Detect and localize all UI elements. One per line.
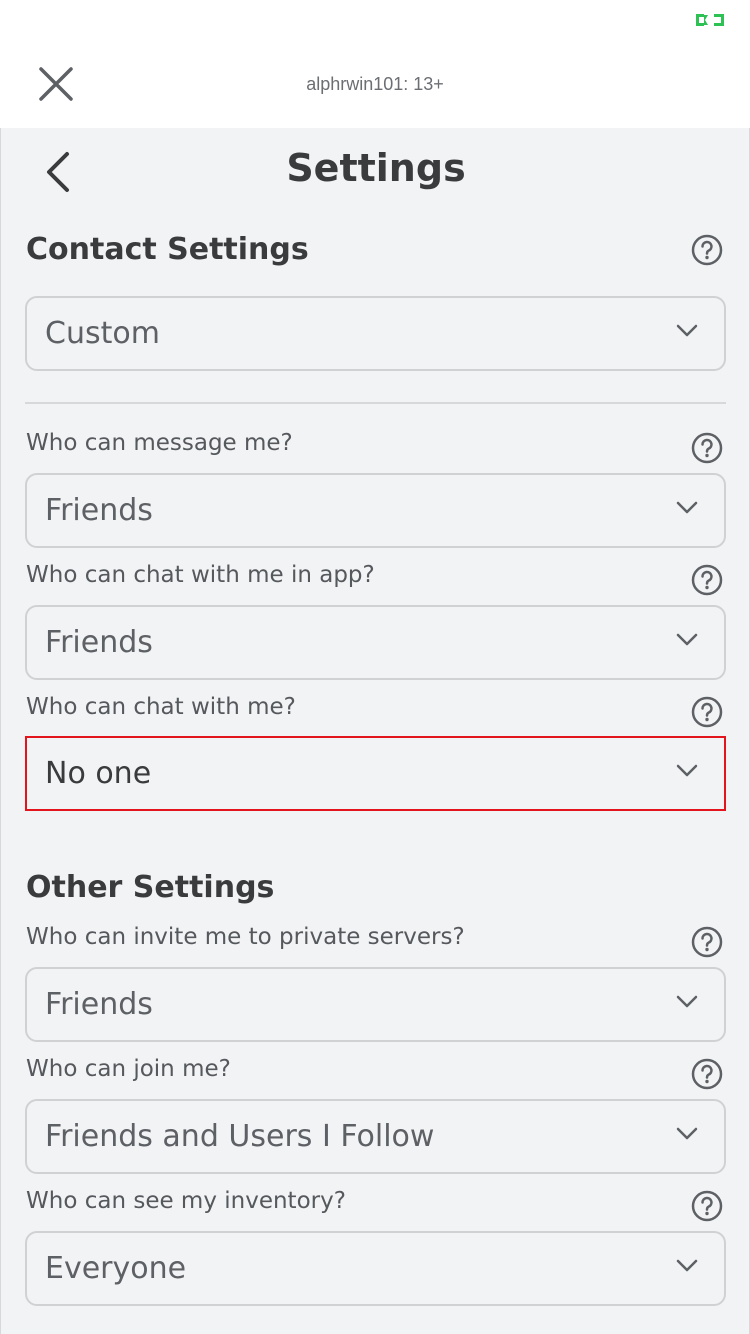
app-chat-permission-dropdown[interactable]: Friends — [25, 605, 726, 680]
chevron-down-icon — [676, 764, 698, 777]
question-circle-icon[interactable] — [691, 1190, 723, 1222]
top-bar: alphrwin101: 13+ — [0, 0, 750, 128]
question-circle-icon[interactable] — [691, 926, 723, 958]
join-permission-label: Who can join me? — [26, 1056, 231, 1082]
dropdown-value: Custom — [45, 316, 160, 351]
join-permission-dropdown[interactable]: Friends and Users I Follow — [25, 1099, 726, 1174]
contact-preset-dropdown[interactable]: Custom — [25, 296, 726, 371]
question-circle-icon[interactable] — [691, 432, 723, 464]
dropdown-value: Friends and Users I Follow — [45, 1119, 435, 1154]
page-title: Settings — [286, 146, 466, 190]
dropdown-value: Everyone — [45, 1251, 187, 1286]
chat-permission-label: Who can chat with me? — [26, 694, 296, 720]
app-chat-permission-label: Who can chat with me in app? — [26, 562, 375, 588]
battery-icon — [696, 14, 724, 26]
question-circle-icon[interactable] — [691, 564, 723, 596]
dropdown-value: Friends — [45, 987, 153, 1022]
chevron-down-icon — [676, 1127, 698, 1140]
chevron-down-icon — [676, 633, 698, 646]
inventory-visibility-label: Who can see my inventory? — [26, 1188, 346, 1214]
question-circle-icon[interactable] — [691, 234, 723, 266]
contact-settings-heading: Contact Settings — [26, 232, 309, 267]
chevron-down-icon — [676, 995, 698, 1008]
question-circle-icon[interactable] — [691, 1058, 723, 1090]
settings-panel: Settings Contact Settings Custom Who can… — [0, 128, 750, 1334]
question-circle-icon[interactable] — [691, 696, 723, 728]
chat-permission-dropdown[interactable]: No one — [25, 736, 726, 811]
dropdown-value: Friends — [45, 625, 153, 660]
private-server-invite-label: Who can invite me to private servers? — [26, 924, 465, 950]
private-server-invite-dropdown[interactable]: Friends — [25, 967, 726, 1042]
inventory-visibility-dropdown[interactable]: Everyone — [25, 1231, 726, 1306]
chevron-down-icon — [676, 501, 698, 514]
dropdown-value: No one — [45, 756, 152, 791]
divider — [25, 402, 726, 404]
message-permission-dropdown[interactable]: Friends — [25, 473, 726, 548]
dropdown-value: Friends — [45, 493, 153, 528]
account-name: alphrwin101: 13+ — [306, 74, 444, 94]
chevron-down-icon — [676, 324, 698, 337]
other-settings-heading: Other Settings — [26, 870, 275, 905]
chevron-down-icon — [676, 1259, 698, 1272]
message-permission-label: Who can message me? — [26, 430, 293, 456]
